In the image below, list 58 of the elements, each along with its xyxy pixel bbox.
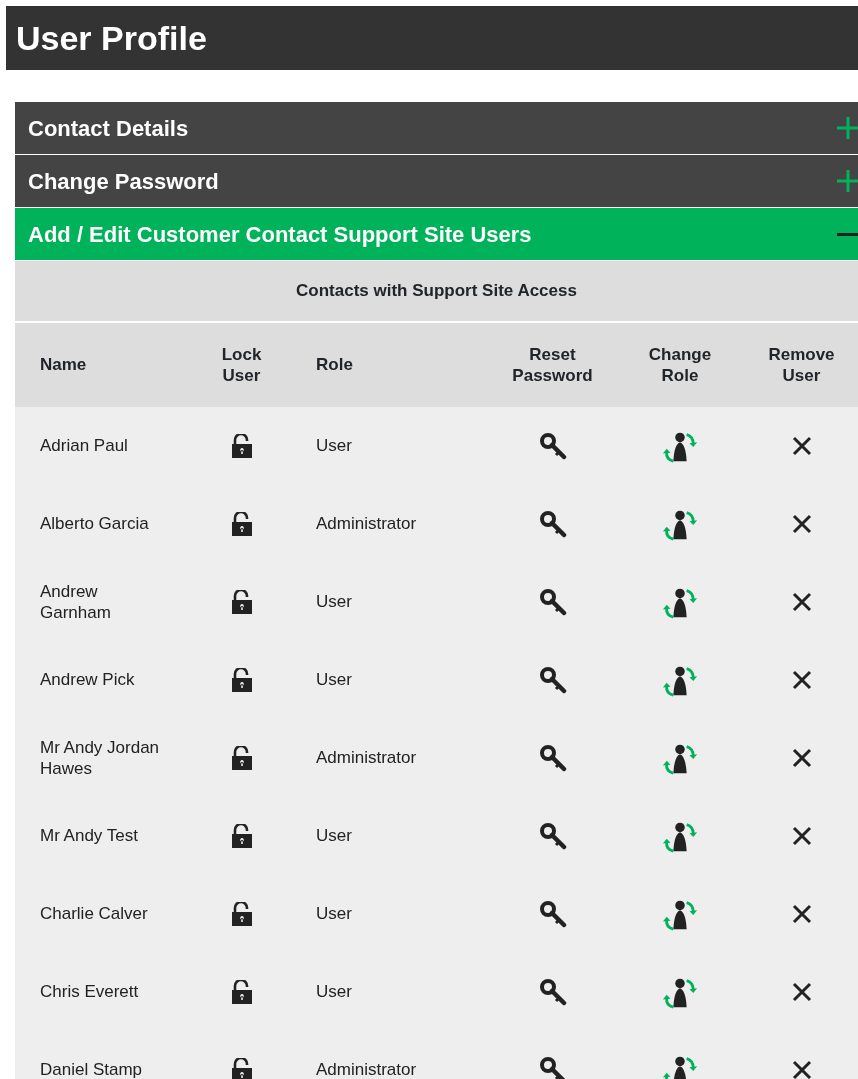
close-icon[interactable] (791, 670, 812, 690)
key-icon[interactable] (538, 666, 567, 694)
name-cell-text: Mr Andy Jordan Hawes (40, 736, 161, 780)
minus-icon (837, 232, 858, 236)
plus-icon (837, 170, 858, 192)
column-header: Remove User (767, 343, 836, 387)
role-cell: User (316, 670, 352, 690)
column-header: Change Role (647, 343, 713, 387)
table-caption: Contacts with Support Site Access (15, 261, 858, 323)
padlock-open-icon[interactable] (230, 979, 253, 1005)
padlock-open-icon[interactable] (230, 511, 253, 537)
role-cell: Administrator (316, 514, 417, 534)
padlock-open-icon[interactable] (230, 667, 253, 693)
key-icon[interactable] (538, 432, 567, 460)
role-cell: User (316, 826, 352, 846)
key-icon[interactable] (538, 744, 567, 772)
plus-icon (837, 117, 858, 139)
key-icon[interactable] (538, 900, 567, 928)
name-cell: Alberto Garcia (40, 513, 149, 535)
role-cell: Administrator (316, 1060, 417, 1079)
close-icon[interactable] (791, 748, 812, 768)
close-icon[interactable] (791, 826, 812, 846)
key-icon[interactable] (538, 510, 567, 538)
padlock-open-icon[interactable] (230, 1057, 253, 1079)
column-header: Reset Password (511, 343, 594, 387)
padlock-open-icon[interactable] (230, 433, 253, 459)
name-cell: Charlie Calver (40, 903, 148, 925)
role-cell: User (316, 436, 352, 456)
role-cell: User (316, 982, 352, 1002)
column-header: Role (316, 354, 353, 376)
key-icon[interactable] (538, 822, 567, 850)
name-cell-text: Andrew Garnham (40, 580, 112, 624)
close-icon[interactable] (791, 904, 812, 924)
name-cell: Chris Everett (40, 981, 139, 1003)
name-cell: Mr Andy Test (40, 825, 138, 847)
padlock-open-icon[interactable] (230, 745, 253, 771)
close-icon[interactable] (791, 514, 812, 534)
role-cell: User (316, 592, 352, 612)
close-icon[interactable] (791, 982, 812, 1002)
role-cell: User (316, 904, 352, 924)
close-icon[interactable] (791, 1060, 812, 1079)
column-header: Name (40, 354, 87, 376)
column-header: Lock User (220, 343, 263, 387)
padlock-open-icon[interactable] (230, 589, 253, 615)
page-title: User Profile (16, 17, 207, 59)
close-icon[interactable] (791, 436, 812, 456)
name-cell: Andrew Pick (40, 669, 135, 691)
name-cell: Adrian Paul (40, 435, 128, 457)
accordion-header[interactable]: Change Password (15, 155, 858, 207)
key-icon[interactable] (538, 978, 567, 1006)
key-icon[interactable] (538, 588, 567, 616)
accordion-header[interactable]: Contact Details (15, 102, 858, 154)
padlock-open-icon[interactable] (230, 823, 253, 849)
key-icon[interactable] (538, 1056, 567, 1079)
padlock-open-icon[interactable] (230, 901, 253, 927)
close-icon[interactable] (791, 592, 812, 612)
role-cell: Administrator (316, 748, 417, 768)
name-cell: Daniel Stamp (40, 1059, 143, 1079)
